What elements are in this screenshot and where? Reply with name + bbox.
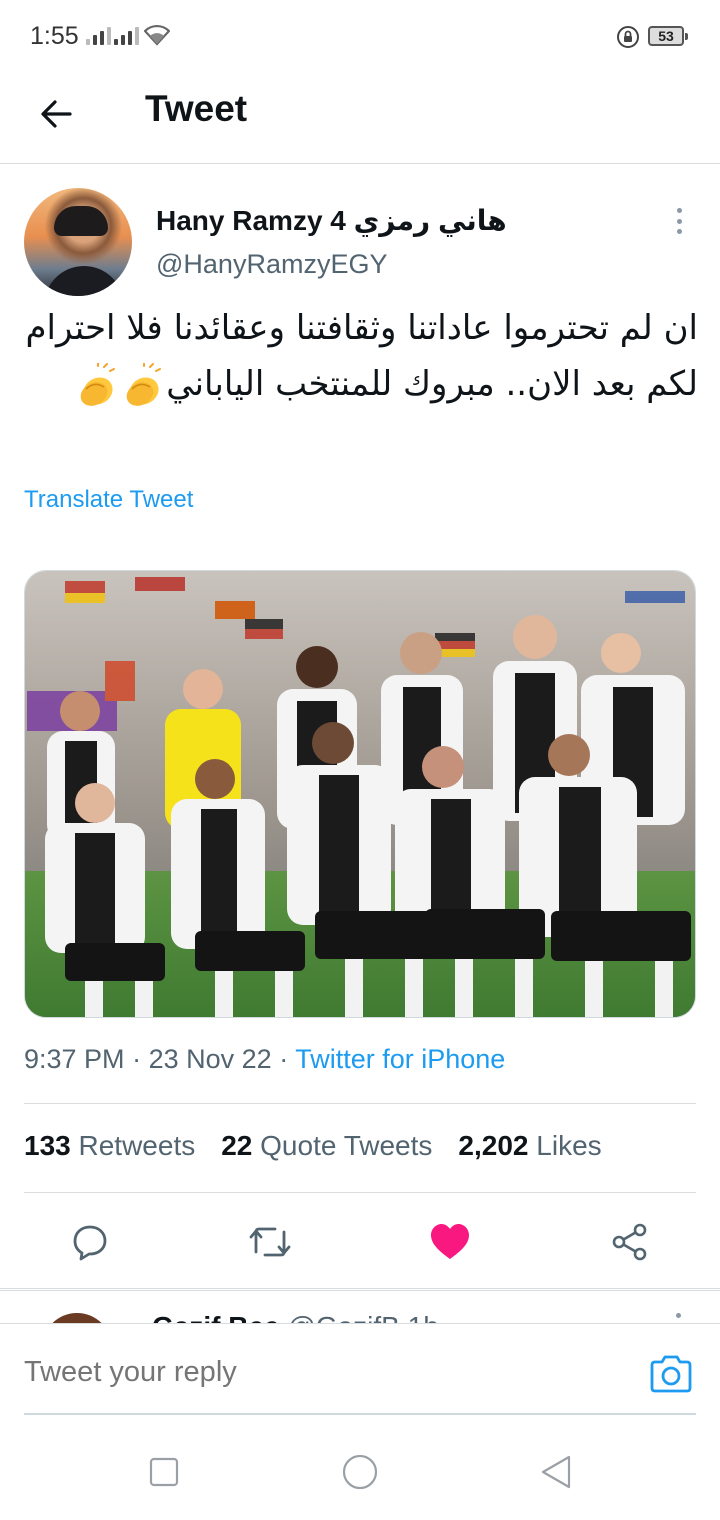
status-bar: 1:55 53 — [0, 0, 720, 72]
reply-input[interactable] — [24, 1356, 584, 1389]
tweet-actions — [0, 1212, 720, 1272]
divider — [0, 1288, 720, 1289]
meta-separator: · — [279, 1044, 289, 1074]
triangle-back-icon — [541, 1455, 571, 1489]
camera-icon — [650, 1355, 692, 1393]
quote-tweets-stat[interactable]: 22 Quote Tweets — [221, 1130, 432, 1162]
more-options-button[interactable] — [664, 204, 694, 238]
clapping-hands-icon — [126, 362, 162, 406]
system-back-button[interactable] — [536, 1452, 576, 1492]
share-icon — [612, 1223, 647, 1261]
top-app-bar: Tweet — [0, 72, 720, 164]
tweet-date: 23 Nov 22 — [148, 1044, 272, 1074]
tweet-photo[interactable] — [24, 570, 696, 1018]
reply-composer — [0, 1323, 720, 1415]
retweet-button[interactable] — [240, 1212, 300, 1272]
more-dot — [676, 208, 682, 213]
avatar[interactable] — [24, 188, 132, 296]
battery-icon: 53 — [648, 26, 688, 46]
author-handle[interactable]: @HanyRamzyEGY — [156, 249, 387, 280]
retweets-count: 133 — [24, 1130, 71, 1161]
quote-tweets-label: Quote Tweets — [260, 1130, 433, 1161]
square-icon — [149, 1457, 179, 1487]
more-dot — [676, 229, 682, 234]
divider — [24, 1192, 696, 1193]
signal-icon — [114, 25, 139, 45]
author-display-name[interactable]: Hany Ramzy 4 هاني رمزي — [156, 204, 507, 237]
tweet-source-link[interactable]: Twitter for iPhone — [295, 1044, 505, 1074]
team-photo-image — [25, 571, 695, 1017]
reply-button[interactable] — [60, 1212, 120, 1272]
reply-input-underline — [24, 1413, 696, 1415]
heart-icon — [431, 1224, 469, 1259]
more-dot — [676, 218, 682, 224]
tweet-meta: 9:37 PM · 23 Nov 22 · Twitter for iPhone — [24, 1044, 505, 1075]
retweets-stat[interactable]: 133 Retweets — [24, 1130, 195, 1162]
retweet-icon — [249, 1227, 291, 1257]
translate-tweet-link[interactable]: Translate Tweet — [24, 486, 193, 514]
wifi-icon — [144, 24, 170, 46]
camera-button[interactable] — [648, 1354, 694, 1394]
signal-icon — [86, 25, 111, 45]
status-time: 1:55 — [30, 22, 79, 50]
home-button[interactable] — [340, 1452, 380, 1492]
likes-stat[interactable]: 2,202 Likes — [458, 1130, 601, 1162]
share-button[interactable] — [600, 1212, 660, 1272]
page-title: Tweet — [145, 88, 248, 129]
back-button[interactable] — [34, 92, 78, 136]
retweets-label: Retweets — [78, 1130, 196, 1161]
reply-icon — [73, 1225, 107, 1261]
arrow-left-icon — [41, 100, 72, 128]
rotation-lock-icon — [617, 26, 639, 48]
clapping-hands-icon — [80, 362, 116, 406]
likes-label: Likes — [536, 1130, 602, 1161]
reply-preview[interactable]: Gazif Bee @GazifB 1h — [0, 1290, 720, 1324]
like-button[interactable] — [420, 1212, 480, 1272]
circle-icon — [342, 1454, 378, 1490]
quote-tweets-count: 22 — [221, 1130, 253, 1161]
system-nav-bar — [0, 1420, 720, 1520]
meta-separator: · — [132, 1044, 142, 1074]
tweet-stats: 133 Retweets 22 Quote Tweets 2,202 Likes — [24, 1130, 602, 1162]
tweet-text: ان لم تحترموا عاداتنا وثقافتنا وعقائدنا … — [24, 300, 698, 412]
reply-more-icon[interactable] — [676, 1313, 681, 1318]
tweet-time: 9:37 PM — [24, 1044, 125, 1074]
likes-count: 2,202 — [458, 1130, 529, 1161]
recents-button[interactable] — [144, 1452, 184, 1492]
divider — [24, 1103, 696, 1104]
